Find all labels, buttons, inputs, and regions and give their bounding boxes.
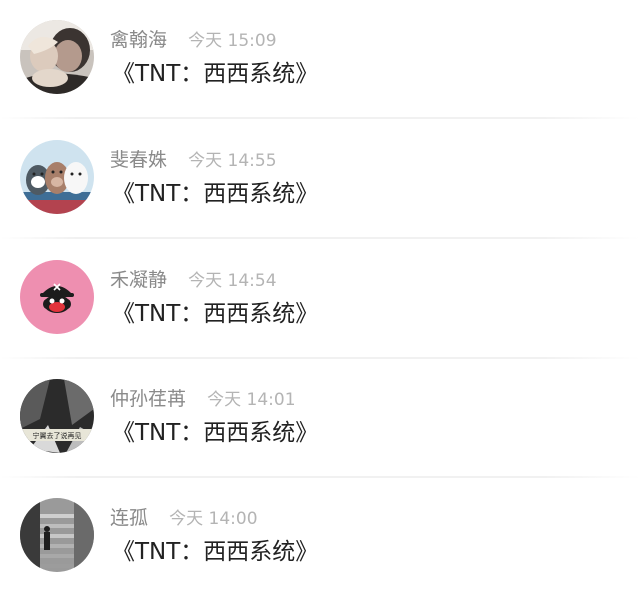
comment-feed: 禽翰海 今天 15:09 《TNT：西西系统》 斐春姝 今天 14:55 《TN… — [0, 0, 640, 594]
user-name[interactable]: 仲孙荏苒 — [110, 388, 186, 410]
comment-time: 今天 14:55 — [188, 151, 277, 171]
user-avatar-pirate-monkey[interactable] — [20, 260, 94, 334]
comment-text: 《TNT：西西系统》 — [112, 539, 319, 565]
cartoon-bears-avatar-image — [20, 140, 94, 214]
user-name[interactable]: 禽翰海 — [110, 29, 167, 51]
stairs-photo-avatar-image — [20, 498, 94, 572]
comment-text: 《TNT：西西系统》 — [112, 61, 319, 87]
avatar-caption: 宁翼去了说再见 — [33, 431, 82, 440]
user-name[interactable]: 斐春姝 — [110, 149, 167, 171]
comment-text: 《TNT：西西系统》 — [112, 301, 319, 327]
couple-photo-avatar-image — [20, 20, 94, 94]
comment-text: 《TNT：西西系统》 — [112, 181, 319, 207]
comment-item[interactable]: 禽翰海 今天 15:09 《TNT：西西系统》 — [0, 0, 640, 119]
comment-item[interactable]: 禾凝静 今天 14:54 《TNT：西西系统》 — [0, 240, 640, 359]
comment-item[interactable]: 宁翼去了说再见 仲孙荏苒 今天 14:01 《TNT：西西系统》 — [0, 359, 640, 478]
divider — [0, 117, 640, 119]
comment-meta: 禾凝静 今天 14:54 — [110, 267, 277, 293]
user-avatar-cartoon-bears[interactable] — [20, 140, 94, 214]
pirate-monkey-avatar-image — [20, 260, 94, 334]
user-name[interactable]: 禾凝静 — [110, 269, 167, 291]
comment-time: 今天 14:54 — [188, 271, 277, 291]
user-name[interactable]: 连孤 — [110, 507, 148, 529]
user-avatar-dark-text-photo[interactable]: 宁翼去了说再见 — [20, 379, 94, 453]
user-avatar-stairs-photo[interactable] — [20, 498, 94, 572]
comment-meta: 仲孙荏苒 今天 14:01 — [110, 386, 296, 412]
comment-text: 《TNT：西西系统》 — [112, 420, 319, 446]
user-avatar-couple-photo[interactable] — [20, 20, 94, 94]
comment-time: 今天 15:09 — [188, 31, 277, 51]
comment-time: 今天 14:01 — [207, 390, 296, 410]
comment-meta: 斐春姝 今天 14:55 — [110, 147, 277, 173]
comment-time: 今天 14:00 — [169, 509, 258, 529]
comment-item[interactable]: 连孤 今天 14:00 《TNT：西西系统》 — [0, 478, 640, 594]
dark-text-photo-avatar-image: 宁翼去了说再见 — [20, 379, 94, 453]
comment-item[interactable]: 斐春姝 今天 14:55 《TNT：西西系统》 — [0, 120, 640, 239]
divider — [0, 237, 640, 239]
comment-meta: 禽翰海 今天 15:09 — [110, 27, 277, 53]
comment-meta: 连孤 今天 14:00 — [110, 505, 258, 531]
